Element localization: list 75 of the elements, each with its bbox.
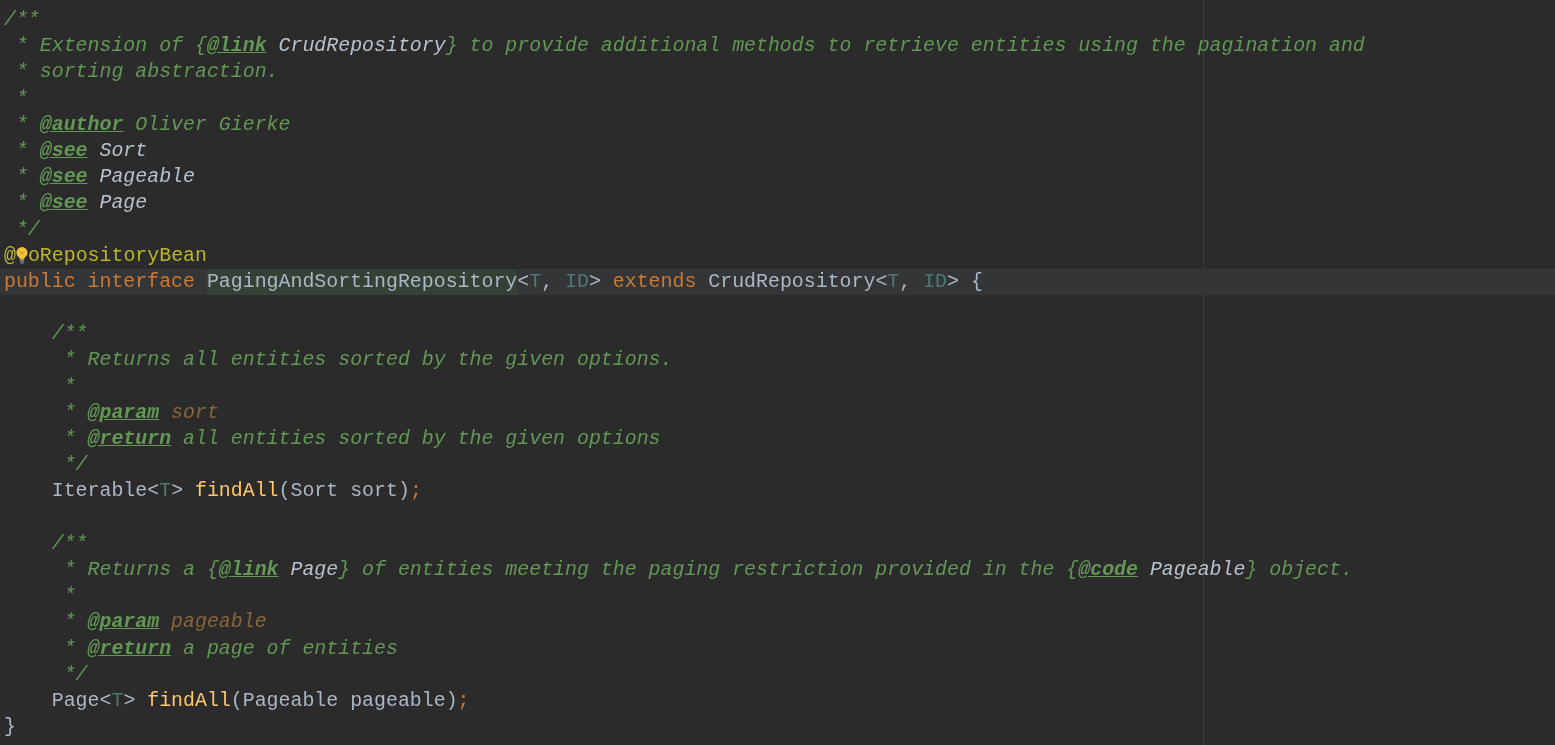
comment-text: a page of entities: [182, 635, 398, 662]
comment-text: } of entities meeting the paging restriction provided in the {: [338, 556, 1079, 583]
code-text: (Sort sort): [278, 478, 410, 505]
param-name: pageable: [170, 609, 267, 636]
comment-text: /**: [4, 7, 40, 33]
doc-tag: @see: [39, 164, 88, 191]
comment-text: * Extension of {: [14, 33, 207, 60]
annotation: oRepositoryBean: [27, 242, 207, 269]
comment-text: } object.: [1245, 556, 1353, 583]
comment-text: */: [62, 661, 88, 688]
doc-reference: Pageable: [98, 164, 195, 191]
doc-tag: @link: [218, 556, 279, 584]
keyword: public interface: [4, 268, 196, 295]
code-text: Iterable<: [50, 478, 160, 505]
type-parameter: T: [159, 478, 172, 505]
comment-text: *: [14, 164, 29, 191]
comment-text: *: [62, 373, 76, 400]
comment-text: */: [62, 452, 88, 479]
doc-tag: @code: [1078, 556, 1138, 584]
comment-text: } to provide additional methods to retrieve entities using the pagination and: [445, 33, 1365, 60]
comment-text: *: [62, 609, 77, 636]
doc-tag: @param: [87, 609, 160, 636]
code-text: >: [171, 478, 185, 505]
doc-tag: @see: [39, 137, 88, 165]
semicolon: ;: [409, 478, 422, 505]
doc-reference: Pageable: [1148, 556, 1246, 583]
comment-text: * Returns all entities sorted by the given options.: [62, 347, 673, 374]
annotation: @: [4, 242, 16, 269]
code-text: ,: [541, 268, 555, 295]
doc-tag: @author: [39, 111, 124, 138]
param-name: sort: [170, 399, 219, 426]
comment-text: *: [62, 426, 77, 452]
type-parameter: ID: [923, 268, 947, 295]
doc-tag: @param: [87, 399, 160, 426]
doc-reference: Sort: [98, 137, 148, 164]
doc-reference: Page: [289, 556, 339, 583]
type-parameter: ID: [565, 268, 589, 295]
comment-text: * Returns a {: [62, 556, 219, 583]
doc-tag: @return: [87, 635, 172, 662]
method-name: findAll: [147, 687, 231, 714]
code-text: >: [588, 268, 602, 295]
comment-text: *: [14, 137, 29, 164]
type-parameter: T: [887, 268, 900, 295]
comment-text: /**: [50, 530, 88, 557]
comment-text: *: [14, 111, 29, 138]
code-text: <: [517, 268, 530, 295]
doc-tag: @see: [39, 190, 88, 217]
code-text: > {: [947, 268, 983, 295]
comment-text: */: [14, 216, 40, 243]
comment-text: *: [62, 583, 76, 610]
comment-text: *: [62, 399, 77, 426]
code-text: ,: [899, 268, 913, 295]
lightbulb-icon[interactable]: [15, 245, 28, 266]
comment-text: all entities sorted by the given options: [182, 426, 661, 452]
comment-text: *: [14, 85, 28, 112]
comment-text: Oliver Gierke: [134, 111, 291, 138]
type-parameter: T: [111, 687, 124, 714]
code-text: (Pageable pageable): [230, 687, 458, 714]
method-name: findAll: [195, 478, 279, 505]
class-name: PagingAndSortingRepository: [206, 268, 518, 296]
comment-text: *: [14, 190, 29, 217]
doc-reference: Page: [98, 190, 148, 217]
doc-reference: CrudRepository: [277, 33, 446, 60]
comment-text: * sorting abstraction.: [14, 59, 279, 86]
keyword: extends: [612, 268, 698, 295]
comment-text: /**: [50, 321, 88, 348]
doc-tag: @return: [87, 426, 172, 453]
comment-text: *: [62, 635, 77, 662]
semicolon: ;: [457, 687, 470, 714]
code-text: }: [4, 714, 16, 741]
type-parameter: T: [529, 268, 542, 295]
code-text: CrudRepository<: [708, 268, 888, 295]
code-text: >: [123, 687, 137, 714]
doc-tag: @link: [206, 33, 267, 60]
code-text: Page<: [50, 687, 112, 714]
